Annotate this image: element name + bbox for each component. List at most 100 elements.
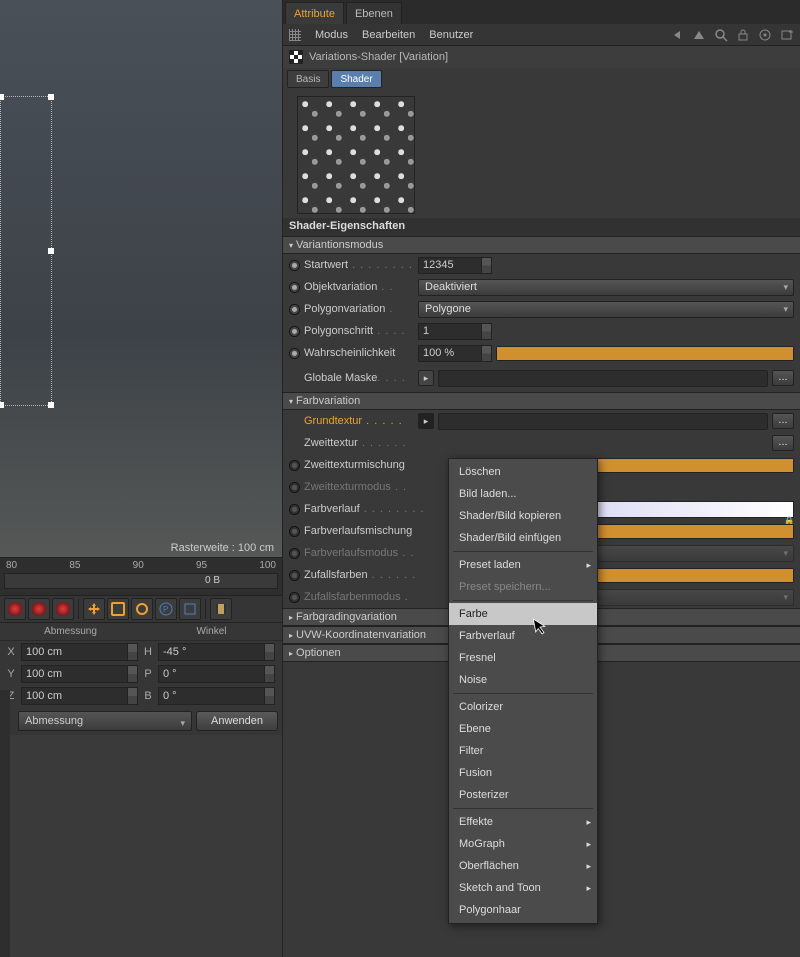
coord-mode-dropdown[interactable]: Abmessung (18, 711, 192, 731)
ctx-oberflaechen[interactable]: Oberflächen (449, 855, 597, 877)
timeline-frame: 0 B (205, 575, 220, 586)
grundtextur-field[interactable] (438, 413, 768, 430)
objektvar-combo[interactable]: Deaktiviert (418, 279, 794, 296)
handle-mr[interactable] (48, 248, 54, 254)
ctx-loeschen[interactable]: Löschen (449, 461, 597, 483)
ctx-posterizer[interactable]: Posterizer (449, 784, 597, 806)
radio-zufallmodus (289, 592, 300, 603)
handle-tr[interactable] (48, 94, 54, 100)
label-zufallmodus: Zufallsfarbenmodus . (304, 591, 444, 603)
subtab-basis[interactable]: Basis (287, 70, 329, 88)
back-icon[interactable] (670, 28, 684, 42)
ctx-einfuegen[interactable]: Shader/Bild einfügen (449, 527, 597, 549)
radio-startwert[interactable] (289, 260, 300, 271)
grid-icon[interactable] (289, 29, 301, 41)
radio-zweitmisch[interactable] (289, 460, 300, 471)
tool-toolbar: P (0, 595, 282, 623)
label-globmask: Globale Maske. . . . (304, 372, 414, 384)
record-button-2[interactable] (28, 598, 50, 620)
label-fvmodus: Farbverlaufsmodus . . (304, 547, 444, 559)
startwert-field[interactable]: 12345 (418, 257, 492, 274)
target-icon[interactable] (758, 28, 772, 42)
lock-icon[interactable] (736, 28, 750, 42)
grundtextur-menu[interactable]: ▸ (418, 413, 434, 429)
ctx-mograph[interactable]: MoGraph (449, 833, 597, 855)
apply-button[interactable]: Anwenden (196, 711, 278, 731)
radio-objektvar[interactable] (289, 282, 300, 293)
ctx-ebene[interactable]: Ebene (449, 718, 597, 740)
axis-x-label: X (4, 646, 18, 658)
label-wahr: Wahrscheinlichkeit (304, 347, 414, 359)
radio-fvmodus (289, 548, 300, 559)
radio-fvmisch[interactable] (289, 526, 300, 537)
shader-icon (289, 50, 303, 64)
size-z-field[interactable]: 100 cm (21, 687, 138, 705)
radio-farbverlauf[interactable] (289, 504, 300, 515)
timeline[interactable]: 80 85 90 95 100 0 B (0, 557, 282, 595)
group-farbvariation[interactable]: Farbvariation (283, 392, 800, 410)
ctx-fusion[interactable]: Fusion (449, 762, 597, 784)
size-x-field[interactable]: 100 cm (21, 643, 138, 661)
viewport-3d[interactable]: Rasterweite : 100 cm (0, 0, 282, 557)
attr-menubar: Modus Bearbeiten Benutzer (283, 24, 800, 46)
selection-box[interactable] (0, 96, 52, 406)
new-window-icon[interactable] (780, 28, 794, 42)
scale-tool[interactable] (107, 598, 129, 620)
globmask-field[interactable] (438, 370, 768, 387)
handle-br[interactable] (48, 402, 54, 408)
handle-bl[interactable] (0, 402, 4, 408)
param-tool[interactable]: P (155, 598, 177, 620)
subtab-shader[interactable]: Shader (331, 70, 381, 88)
ctx-farbverlauf[interactable]: Farbverlauf (449, 625, 597, 647)
radio-wahr[interactable] (289, 348, 300, 359)
radio-polyvar[interactable] (289, 304, 300, 315)
menu-benutzer[interactable]: Benutzer (429, 29, 473, 41)
globmask-browse[interactable]: ... (772, 370, 794, 386)
grundtextur-browse[interactable]: ... (772, 413, 794, 429)
film-tool[interactable] (210, 598, 232, 620)
ctx-sketch[interactable]: Sketch and Toon (449, 877, 597, 899)
shader-preview[interactable] (297, 96, 415, 214)
ctx-preset-laden[interactable]: Preset laden (449, 554, 597, 576)
group-variationsmodus[interactable]: Variantionsmodus (283, 236, 800, 254)
globmask-menu[interactable]: ▸ (418, 370, 434, 386)
timeline-ticks: 80 85 90 95 100 (0, 558, 282, 571)
wahr-field[interactable]: 100 % (418, 345, 492, 362)
ctx-noise[interactable]: Noise (449, 669, 597, 691)
zweittextur-browse[interactable]: ... (772, 435, 794, 451)
shader-context-menu: Löschen Bild laden... Shader/Bild kopier… (448, 458, 598, 924)
tab-attribute[interactable]: Attribute (285, 2, 344, 24)
ctx-bild-laden[interactable]: Bild laden... (449, 483, 597, 505)
search-icon[interactable] (714, 28, 728, 42)
angle-h-field[interactable]: -45 ° (158, 643, 275, 661)
ctx-filter[interactable]: Filter (449, 740, 597, 762)
polystep-field[interactable]: 1 (418, 323, 492, 340)
angle-b-field[interactable]: 0 ° (158, 687, 275, 705)
ctx-effekte[interactable]: Effekte (449, 811, 597, 833)
size-y-field[interactable]: 100 cm (21, 665, 138, 683)
wahr-slider[interactable] (496, 346, 794, 361)
tab-ebenen[interactable]: Ebenen (346, 2, 402, 24)
ctx-farbe[interactable]: Farbe (449, 603, 597, 625)
ctx-colorizer[interactable]: Colorizer (449, 696, 597, 718)
radio-zufall[interactable] (289, 570, 300, 581)
ctx-fresnel[interactable]: Fresnel (449, 647, 597, 669)
timeline-track[interactable]: 0 B (4, 573, 278, 589)
ctx-polygonhaar[interactable]: Polygonhaar (449, 899, 597, 921)
radio-polystep[interactable] (289, 326, 300, 337)
label-zweittextur: Zweittextur . . . . . . (304, 437, 414, 449)
label-zufall: Zufallsfarben . . . . . . (304, 569, 444, 581)
menu-modus[interactable]: Modus (315, 29, 348, 41)
angle-p-field[interactable]: 0 ° (158, 665, 275, 683)
up-icon[interactable] (692, 28, 706, 42)
angle-h-label: H (141, 646, 155, 658)
ctx-kopieren[interactable]: Shader/Bild kopieren (449, 505, 597, 527)
move-tool[interactable] (83, 598, 105, 620)
handle-tl[interactable] (0, 94, 4, 100)
menu-bearbeiten[interactable]: Bearbeiten (362, 29, 415, 41)
polyvar-combo[interactable]: Polygone (418, 301, 794, 318)
record-button-3[interactable] (52, 598, 74, 620)
record-button-1[interactable] (4, 598, 26, 620)
extra-tool[interactable] (179, 598, 201, 620)
rotate-tool[interactable] (131, 598, 153, 620)
